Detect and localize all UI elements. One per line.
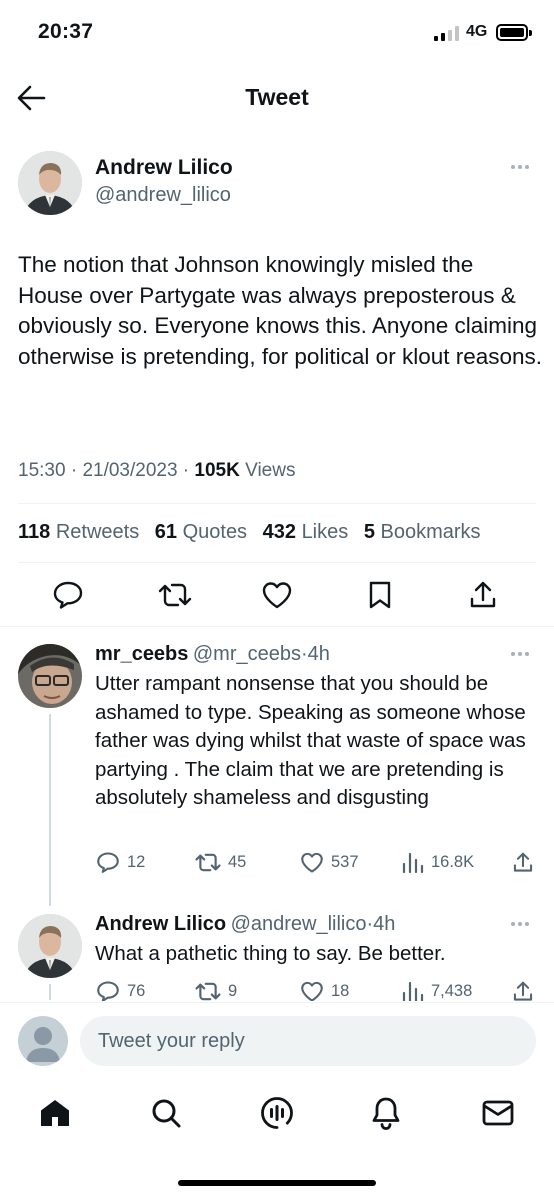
messages-icon	[482, 1100, 514, 1126]
author-handle[interactable]: @andrew_lilico	[95, 184, 231, 207]
my-avatar[interactable]	[18, 1016, 68, 1066]
like-count: 18	[331, 982, 350, 1000]
reply-header: Andrew Lilico @andrew_lilico·4h	[95, 913, 396, 935]
views-label: Views	[245, 460, 296, 481]
notifications-icon	[372, 1097, 400, 1130]
nav-spaces[interactable]	[259, 1095, 295, 1131]
divider	[0, 1002, 554, 1003]
divider	[0, 626, 554, 627]
author-name[interactable]: Andrew Lilico	[95, 156, 233, 180]
reply-views-button[interactable]: 7,438	[402, 980, 472, 1001]
heart-icon	[301, 852, 323, 873]
retweet-count: 9	[228, 982, 238, 1000]
nav-notifications[interactable]	[370, 1096, 402, 1130]
reply-retweet-button[interactable]: 45	[195, 851, 246, 874]
more-options-icon[interactable]	[511, 165, 529, 169]
reply-actions-clip: 76 9 18 7,438	[0, 970, 554, 1001]
nav-messages[interactable]	[481, 1099, 515, 1127]
views-count: 16.8K	[431, 853, 475, 871]
search-icon	[152, 1099, 181, 1128]
battery-icon	[496, 24, 528, 41]
arrow-left-icon	[17, 85, 46, 111]
retweet-icon	[195, 982, 221, 1001]
reply-button[interactable]	[52, 580, 84, 610]
bookmark-button[interactable]	[367, 580, 393, 610]
thread-line	[49, 714, 51, 906]
reply-avatar[interactable]	[18, 914, 82, 978]
status-time: 20:37	[38, 20, 94, 43]
reply-retweet-button[interactable]: 9	[195, 980, 237, 1001]
battery-nub	[529, 30, 532, 36]
tweet-stats: 118 Retweets 61 Quotes 432 Likes 5 Bookm…	[18, 521, 481, 544]
like-count: 537	[331, 853, 359, 871]
divider	[18, 503, 536, 504]
divider	[18, 562, 536, 563]
network-type: 4G	[466, 23, 488, 40]
tweet-meta: 15:30 · 21/03/2023 · 105K Views	[18, 460, 296, 481]
reply-input[interactable]: Tweet your reply	[80, 1016, 536, 1066]
reply-age: 4h	[307, 643, 330, 665]
nav-search[interactable]	[150, 1097, 182, 1129]
reply-like-button[interactable]: 537	[300, 851, 359, 874]
tweet-text: The notion that Johnson knowingly misled…	[18, 252, 543, 369]
views-count: 7,438	[431, 982, 473, 1000]
reply-icon	[97, 981, 119, 1001]
reply-share-button[interactable]	[512, 851, 534, 874]
tweet-time: 15:30	[18, 460, 66, 481]
nav-home[interactable]	[38, 1097, 72, 1129]
share-icon	[470, 581, 496, 608]
reply-reply-button[interactable]: 76	[96, 980, 145, 1001]
home-indicator	[178, 1180, 376, 1186]
reply-text: What a pathetic thing to say. Be better.	[95, 942, 446, 965]
reply-views-button[interactable]: 16.8K	[402, 851, 474, 874]
retweets-stat[interactable]: 118 Retweets	[18, 521, 139, 543]
retweet-button[interactable]	[158, 580, 192, 610]
reply-icon	[97, 852, 119, 873]
heart-icon	[301, 981, 323, 1001]
retweet-icon	[158, 583, 192, 607]
reply-icon	[53, 581, 83, 609]
reply-share-button[interactable]	[512, 980, 534, 1001]
reply-text: Utter rampant nonsense that you should b…	[95, 672, 526, 809]
reply-reply-button[interactable]: 12	[96, 851, 145, 874]
spaces-icon	[261, 1097, 293, 1129]
reply-author-handle[interactable]: @mr_ceebs	[193, 643, 301, 665]
default-avatar-icon	[26, 1027, 60, 1062]
reply-header: mr_ceebs @mr_ceebs·4h	[95, 643, 330, 665]
reply-like-button[interactable]: 18	[300, 980, 349, 1001]
reply-count: 12	[127, 853, 146, 871]
reply-author-handle[interactable]: @andrew_lilico	[231, 913, 367, 935]
page-title: Tweet	[245, 84, 309, 110]
reply-count: 76	[127, 982, 146, 1000]
retweet-icon	[195, 853, 221, 872]
back-button[interactable]	[16, 84, 46, 112]
more-options-icon[interactable]	[511, 652, 529, 656]
signal-strength-icon	[434, 25, 459, 41]
heart-icon	[262, 582, 292, 609]
author-avatar[interactable]	[18, 151, 82, 215]
quotes-stat[interactable]: 61 Quotes	[155, 521, 247, 543]
tweet-date: 21/03/2023	[82, 460, 178, 481]
like-button[interactable]	[261, 580, 293, 610]
likes-stat[interactable]: 432 Likes	[263, 521, 349, 543]
reply-avatar[interactable]	[18, 644, 82, 708]
more-options-icon[interactable]	[511, 922, 529, 926]
share-button[interactable]	[468, 580, 498, 610]
reply-author-name[interactable]: mr_ceebs	[95, 643, 188, 665]
home-icon	[41, 1100, 69, 1126]
views-count: 105K	[194, 460, 240, 481]
bookmarks-stat[interactable]: 5 Bookmarks	[364, 521, 481, 543]
share-icon	[513, 981, 533, 1001]
bookmark-icon	[369, 581, 391, 609]
reply-author-name[interactable]: Andrew Lilico	[95, 913, 226, 935]
reply-age: 4h	[373, 913, 396, 935]
views-icon	[402, 981, 424, 1001]
views-icon	[402, 852, 424, 874]
share-icon	[513, 852, 533, 872]
retweet-count: 45	[228, 853, 247, 871]
